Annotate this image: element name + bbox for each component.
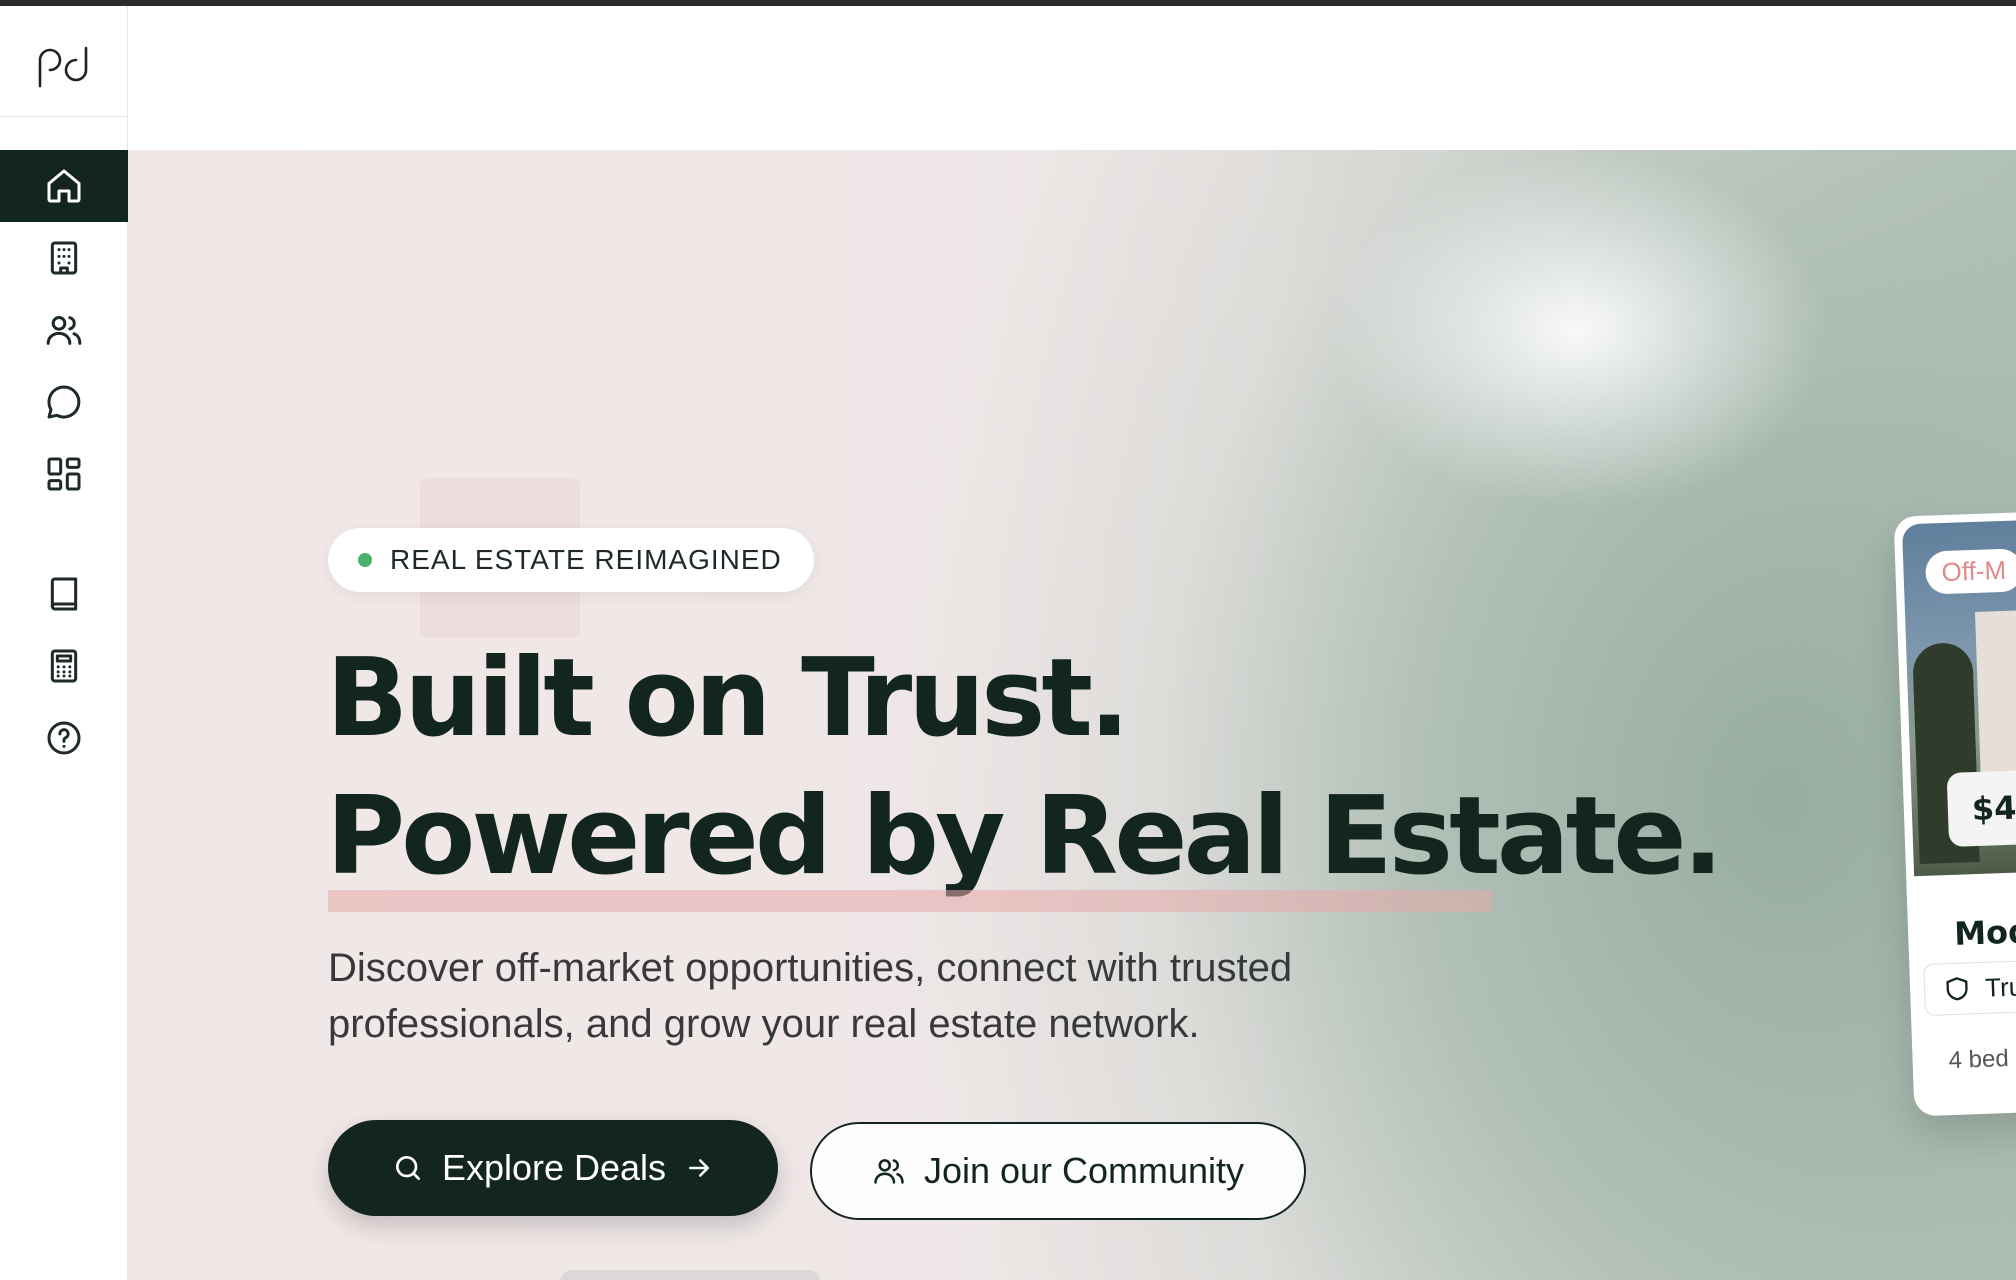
sidebar xyxy=(0,6,128,1280)
calculator-icon xyxy=(50,649,78,683)
trust-badge: Tru xyxy=(1923,955,2016,1016)
property-price: $4 xyxy=(1946,769,2016,847)
arrow-right-icon xyxy=(689,1159,710,1177)
headline-highlight xyxy=(328,890,1492,912)
shield-icon xyxy=(1946,977,1968,1001)
off-market-badge: Off-M xyxy=(1924,548,2016,595)
hero-subtitle-line2: professionals, and grow your real estate… xyxy=(328,1002,1200,1046)
explore-deals-label: Explore Deals xyxy=(441,1147,667,1188)
status-dot-icon xyxy=(358,553,372,567)
book-icon xyxy=(50,577,78,611)
join-community-label: Join our Community xyxy=(923,1150,1245,1191)
help-icon xyxy=(47,721,81,755)
sidebar-item-community[interactable] xyxy=(0,294,128,366)
users-icon xyxy=(874,1159,904,1184)
hero-subtitle-line1: Discover off-market opportunities, conne… xyxy=(328,946,1293,990)
property-image-house xyxy=(1974,607,2016,792)
sidebar-item-home[interactable] xyxy=(0,150,128,222)
logo-divider xyxy=(0,116,128,117)
join-community-button[interactable]: Join our Community xyxy=(810,1122,1306,1220)
background-decoration-bottom xyxy=(560,1270,820,1280)
property-image: Off-M $4 xyxy=(1901,515,2016,877)
hero-headline: Built on Trust. Powered by Real Estate. xyxy=(326,630,1723,906)
property-title: Mod xyxy=(1953,912,2016,953)
trust-badge-label: Tru xyxy=(1984,970,2016,1003)
hero-glow xyxy=(1328,150,1828,510)
top-header xyxy=(128,6,2016,150)
explore-deals-button[interactable]: Explore Deals xyxy=(328,1120,778,1216)
sidebar-item-help[interactable] xyxy=(0,702,128,774)
search-icon xyxy=(395,1156,420,1180)
sidebar-item-calculator[interactable] xyxy=(0,630,128,702)
hero-headline-line1: Built on Trust. xyxy=(326,636,1130,761)
pd-logo-icon[interactable] xyxy=(30,36,98,96)
hero-badge-label: REAL ESTATE REIMAGINED xyxy=(390,544,782,575)
home-icon xyxy=(47,169,81,203)
property-meta: 4 bed xyxy=(1948,1045,2010,1075)
sidebar-item-dashboard[interactable] xyxy=(0,438,128,510)
dashboard-icon xyxy=(47,457,81,491)
sidebar-item-properties[interactable] xyxy=(0,222,128,294)
hero-headline-line2: Powered by Real Estate. xyxy=(326,774,1723,899)
hero-badge: REAL ESTATE REIMAGINED xyxy=(328,528,814,592)
building-icon xyxy=(50,241,78,275)
hero-section: REAL ESTATE REIMAGINED Built on Trust. P… xyxy=(128,150,2016,1280)
users-icon xyxy=(46,316,82,345)
chat-icon xyxy=(47,385,81,419)
hero-subtitle: Discover off-market opportunities, conne… xyxy=(328,940,1428,1052)
sidebar-item-resources[interactable] xyxy=(0,558,128,630)
sidebar-item-messages[interactable] xyxy=(0,366,128,438)
property-card[interactable]: Off-M $4 Mod Tru 4 bed xyxy=(1893,507,2016,1117)
